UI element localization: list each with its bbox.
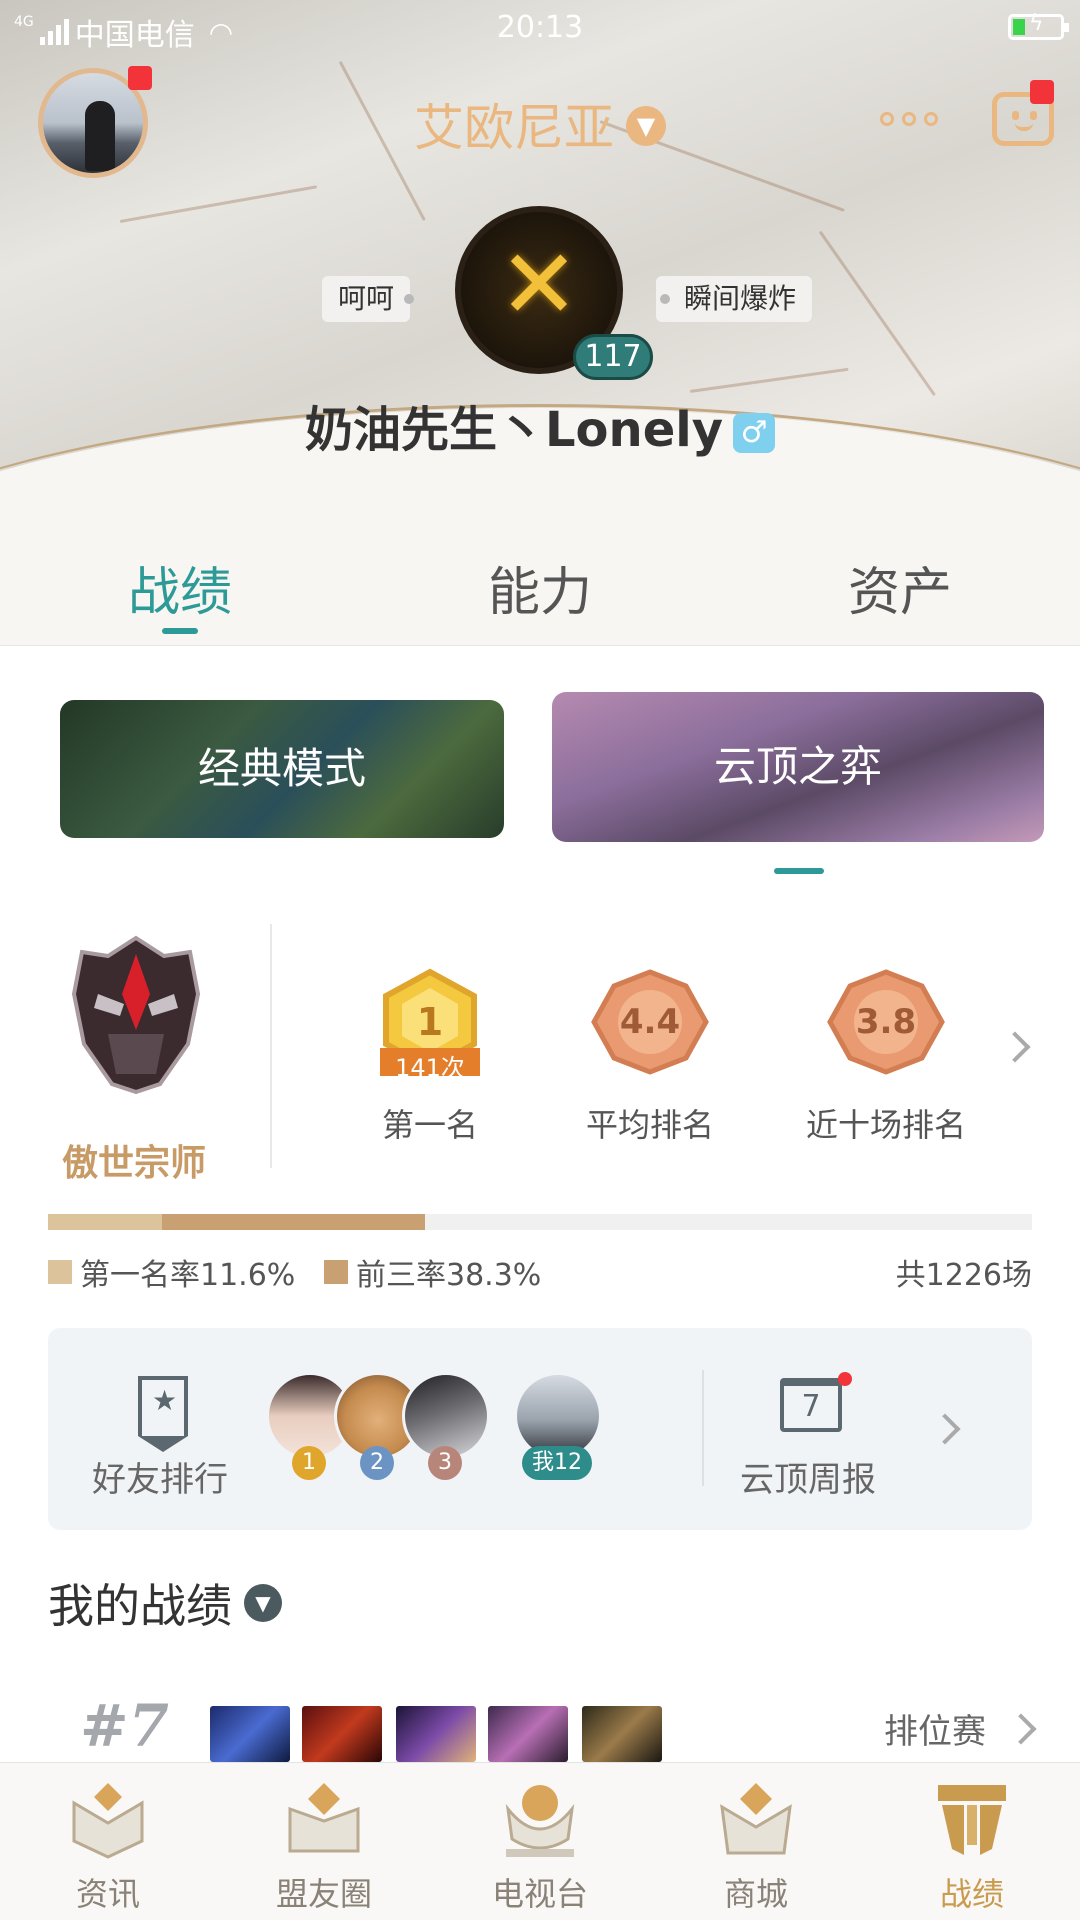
message-notification-dot	[1030, 80, 1054, 104]
mode-tft-button[interactable]: 云顶之弈	[552, 692, 1044, 842]
friends-panel: ★ 好友排行 1 2 3 我12 7 云顶周报	[48, 1328, 1032, 1530]
tab-assets[interactable]: 资产	[848, 550, 952, 625]
level-badge: 117	[573, 334, 653, 380]
first-place-count: 141次	[395, 1054, 465, 1082]
nickname-text: 奶油先生丶Lonely	[304, 402, 724, 458]
top3-rate-text: 前三率38.3%	[356, 1258, 542, 1293]
tab-ability[interactable]: 能力	[488, 550, 592, 625]
avatar-notification-dot	[128, 66, 152, 90]
weekly-report-label[interactable]: 云顶周报	[740, 1452, 876, 1501]
champion-portrait[interactable]	[396, 1706, 476, 1762]
friend-ranking-label[interactable]: 好友排行	[92, 1452, 228, 1501]
nav-record[interactable]: 战绩	[864, 1763, 1080, 1920]
friend-rank-badge-1: 1	[292, 1446, 326, 1480]
calendar-icon[interactable]: 7	[780, 1378, 842, 1432]
clock: 20:13	[496, 10, 584, 45]
match-detail-chevron-icon[interactable]	[1005, 1713, 1037, 1745]
friend-rank-badge-3: 3	[428, 1446, 462, 1480]
my-rank-badge: 我12	[522, 1446, 592, 1480]
male-gender-icon: ♂	[733, 413, 776, 453]
top3-rate-swatch	[324, 1260, 348, 1284]
first-rate-segment	[48, 1214, 163, 1230]
nav-news[interactable]: 资讯	[0, 1763, 216, 1920]
first-rate-text: 第一名率11.6%	[80, 1258, 296, 1293]
tag-left[interactable]: 呵呵	[322, 276, 415, 322]
tag-dot	[660, 294, 670, 304]
more-options-icon[interactable]	[880, 112, 938, 126]
battery-icon: ϟ	[1008, 11, 1069, 40]
weekly-notification-dot	[838, 1372, 852, 1386]
champion-portrait[interactable]	[488, 1706, 568, 1762]
first-place-label: 第一名	[381, 1106, 478, 1144]
match-type[interactable]: 排位赛	[884, 1704, 986, 1753]
nav-record-label: 战绩	[939, 1875, 1004, 1913]
nav-friends-circle-label: 盟友圈	[275, 1875, 372, 1913]
news-icon	[72, 1783, 144, 1859]
bookmark-star-icon[interactable]: ★	[138, 1376, 188, 1452]
status-bar: 4G 中国电信 ◠ 20:13 ϟ	[0, 0, 1080, 56]
tab-record[interactable]: 战绩	[128, 550, 232, 625]
crossed-forks-icon: ✕	[498, 228, 580, 341]
my-record-title: 我的战绩	[48, 1579, 232, 1633]
average-rank-label: 平均排名	[585, 1106, 714, 1144]
profile-tabs: 战绩 能力 资产	[0, 520, 1080, 646]
active-mode-indicator	[774, 868, 824, 874]
bottom-navigation: 资讯 盟友圈 电视台 商城 战绩	[0, 1762, 1080, 1920]
rank-tier-label: 傲世宗师	[62, 1143, 207, 1184]
chevron-down-icon: ▼	[626, 105, 666, 146]
average-rank-value: 4.4	[619, 1002, 681, 1042]
divider	[270, 924, 272, 1168]
first-rate-swatch	[48, 1260, 72, 1284]
champion-portrait[interactable]	[302, 1706, 382, 1762]
tag-left-text: 呵呵	[338, 282, 395, 315]
grandmaster-rank-icon[interactable]	[68, 934, 204, 1094]
record-icon	[938, 1785, 1006, 1855]
nav-tv[interactable]: 电视台	[432, 1763, 648, 1920]
marble-vein	[119, 185, 318, 223]
active-tab-indicator	[162, 628, 198, 634]
nav-friends-circle[interactable]: 盟友圈	[216, 1763, 432, 1920]
my-record-header[interactable]: 我的战绩 ▼	[48, 1570, 282, 1636]
shop-icon	[720, 1783, 792, 1855]
top3-rate-legend: 前三率38.3%	[324, 1250, 541, 1294]
nav-tv-label: 电视台	[491, 1875, 588, 1913]
tag-right[interactable]: 瞬间爆炸	[656, 276, 813, 322]
first-rate-legend: 第一名率11.6%	[48, 1250, 295, 1294]
recent-rank-label: 近十场排名	[805, 1106, 966, 1144]
match-placement: #7	[80, 1692, 169, 1760]
weekly-chevron-icon[interactable]	[929, 1413, 961, 1445]
stats-more-chevron-icon[interactable]	[999, 1031, 1031, 1063]
friends-circle-icon	[288, 1783, 360, 1853]
friend-rank-badge-2: 2	[360, 1446, 394, 1480]
chevron-down-icon: ▼	[244, 1584, 282, 1622]
nav-shop[interactable]: 商城	[648, 1763, 864, 1920]
champion-portrait[interactable]	[582, 1706, 662, 1762]
nav-news-label: 资讯	[75, 1875, 140, 1913]
tag-right-text: 瞬间爆炸	[684, 282, 797, 315]
summoner-emblem[interactable]: ✕ 117	[455, 206, 653, 380]
tag-dot	[404, 294, 415, 304]
total-games: 共1226场	[895, 1258, 1032, 1293]
top3-rate-segment	[162, 1214, 425, 1230]
first-place-value: 1	[416, 1000, 444, 1044]
nav-shop-label: 商城	[723, 1875, 788, 1913]
tv-icon	[505, 1785, 575, 1857]
placement-rate-bar	[48, 1214, 1032, 1230]
nickname: 奶油先生丶Lonely ♂	[0, 390, 1080, 460]
champion-portrait[interactable]	[210, 1706, 290, 1762]
divider	[702, 1370, 704, 1486]
server-name: 艾欧尼亚	[414, 99, 614, 157]
recent-rank-value: 3.8	[855, 1002, 917, 1042]
mode-classic-button[interactable]: 经典模式	[60, 700, 504, 838]
